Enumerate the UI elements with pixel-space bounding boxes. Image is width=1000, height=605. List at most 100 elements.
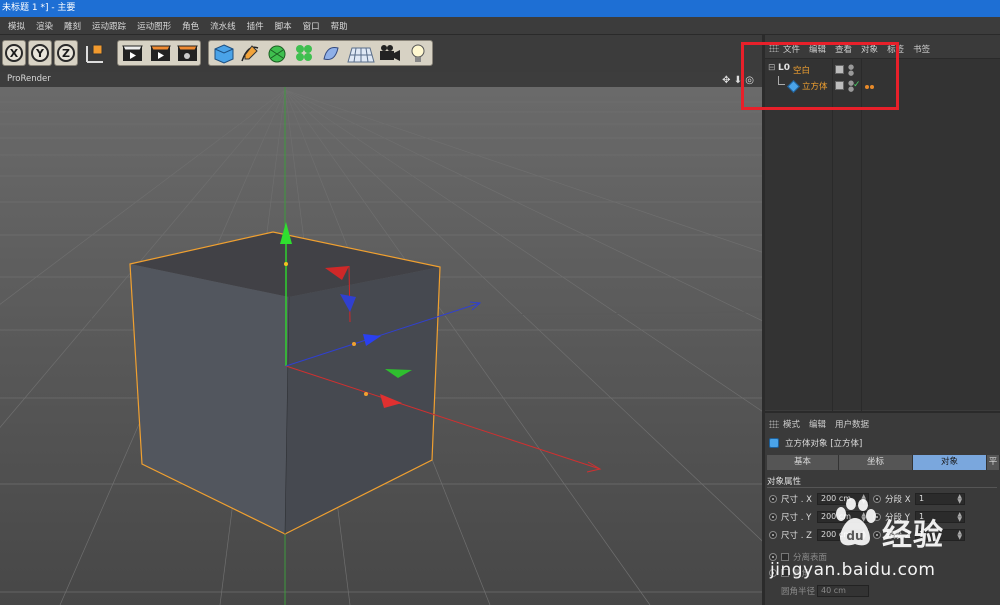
am-menu-mode[interactable]: 模式 — [783, 418, 800, 430]
3d-viewport[interactable]: ProRender ✥ ⬇ ◎ — [0, 72, 762, 605]
size-z-value: 200 cm — [821, 530, 852, 539]
column-divider — [832, 59, 833, 411]
spinner-icon[interactable]: ▲ ▼ — [957, 494, 962, 505]
z-axis-lock-button[interactable]: Z — [54, 40, 78, 66]
size-y-label: 尺寸 . Y — [781, 513, 812, 523]
animate-radio-icon[interactable] — [769, 569, 777, 577]
menu-plugins[interactable]: 插件 — [247, 20, 264, 32]
main-menu-bar: 模拟 渲染 雕刻 运动跟踪 运动图形 角色 流水线 插件 脚本 窗口 帮助 — [0, 17, 1000, 35]
om-menu-bookmarks[interactable]: 书签 — [913, 43, 930, 55]
coordinate-system-icon — [86, 44, 103, 63]
tab-coordinates[interactable]: 坐标 — [839, 455, 913, 470]
window-title: 未标题 1 *] - 主要 — [2, 3, 76, 13]
menu-sculpt[interactable]: 雕刻 — [64, 20, 81, 32]
deformer-icon[interactable] — [319, 42, 343, 65]
subdivision-generator-icon[interactable] — [265, 42, 289, 65]
size-z-row: 尺寸 . Z 200 cm ▲ ▼ 分段 Z 1 ▲ ▼ — [769, 528, 965, 542]
am-menu-user-data[interactable]: 用户数据 — [835, 418, 869, 430]
coordinate-system-button[interactable] — [82, 40, 106, 66]
animate-radio-icon[interactable] — [873, 531, 881, 539]
menu-mograph[interactable]: 运动图形 — [137, 20, 171, 32]
render-settings-icon[interactable] — [175, 42, 200, 65]
animate-radio-icon[interactable] — [769, 495, 777, 503]
segments-z-value: 1 — [919, 530, 925, 539]
segments-z-label: 分段 Z — [885, 531, 911, 541]
object-title-text: 立方体对象 [立方体] — [785, 439, 863, 449]
animate-radio-icon[interactable] — [873, 513, 881, 521]
annotation-highlight-box — [741, 42, 899, 110]
animate-radio-icon[interactable] — [769, 531, 777, 539]
create-toolbar-group — [208, 40, 433, 66]
segments-z-field[interactable]: 1 ▲ ▼ — [915, 529, 965, 541]
tab-object[interactable]: 对象 — [913, 455, 987, 470]
fillet-row: 圆角 — [769, 566, 810, 580]
fillet-radius-label: 圆角半径 — [781, 587, 816, 597]
spinner-icon[interactable]: ▲ ▼ — [861, 530, 866, 541]
separate-surfaces-checkbox[interactable] — [781, 553, 789, 561]
light-icon[interactable] — [406, 42, 430, 65]
camera-icon[interactable] — [377, 42, 403, 65]
size-x-label: 尺寸 . X — [781, 495, 812, 505]
attribute-tabs: 基本 坐标 对象 平 — [767, 455, 1000, 470]
menu-motion-tracking[interactable]: 运动跟踪 — [92, 20, 126, 32]
render-view-icon[interactable] — [120, 42, 145, 65]
section-title: 对象属性 — [767, 477, 802, 487]
size-z-label: 尺寸 . Z — [781, 531, 812, 541]
y-axis-lock-button[interactable]: Y — [28, 40, 52, 66]
attribute-object-title: 立方体对象 [立方体] — [769, 437, 862, 449]
render-toolbar-group — [117, 40, 201, 66]
spinner-icon[interactable]: ▲ ▼ — [957, 530, 962, 541]
size-y-row: 尺寸 . Y 200 cm ▲ ▼ 分段 Y 1 ▲ ▼ — [769, 510, 965, 524]
menu-character[interactable]: 角色 — [182, 20, 199, 32]
separate-surfaces-label: 分离表面 — [793, 553, 828, 563]
spinner-icon[interactable]: ▲ ▼ — [861, 512, 866, 523]
object-list: ⊟ L0 空白 ● ● 立方体 ● ● ✓ — [765, 58, 1000, 411]
segments-x-label: 分段 X — [885, 495, 911, 505]
z-axis-icon: Z — [57, 44, 75, 62]
size-z-field[interactable]: 200 cm ▲ ▼ — [817, 529, 869, 541]
section-divider — [767, 487, 997, 488]
render-picture-viewer-icon[interactable] — [148, 42, 173, 65]
fillet-label: 圆角 — [793, 569, 811, 579]
size-y-value: 200 cm — [821, 512, 852, 521]
size-y-field[interactable]: 200 cm ▲ ▼ — [817, 511, 869, 523]
menu-script[interactable]: 脚本 — [275, 20, 292, 32]
fillet-radius-value: 40 cm — [821, 586, 846, 595]
menu-pipeline[interactable]: 流水线 — [210, 20, 236, 32]
tab-basic[interactable]: 基本 — [767, 455, 839, 470]
window-title-bar: 未标题 1 *] - 主要 — [0, 0, 1000, 17]
column-divider — [861, 59, 862, 411]
cloner-icon[interactable] — [292, 42, 316, 65]
am-menu-edit[interactable]: 编辑 — [809, 418, 826, 430]
menu-window[interactable]: 窗口 — [303, 20, 320, 32]
tab-phong[interactable]: 平 — [987, 455, 1000, 470]
animate-radio-icon[interactable] — [873, 495, 881, 503]
menu-simulate[interactable]: 模拟 — [8, 20, 25, 32]
fillet-radius-field[interactable]: 40 cm — [817, 585, 869, 597]
segments-y-field[interactable]: 1 ▲ ▼ — [915, 511, 965, 523]
spinner-icon[interactable]: ▲ ▼ — [861, 494, 866, 505]
viewport-scene — [0, 87, 762, 605]
size-x-field[interactable]: 200 cm ▲ ▼ — [817, 493, 869, 505]
pen-spline-icon[interactable] — [238, 42, 262, 65]
segments-y-value: 1 — [919, 512, 925, 521]
x-axis-icon: X — [5, 44, 23, 62]
animate-radio-icon[interactable] — [769, 553, 777, 561]
viewport-header: ProRender ✥ ⬇ ◎ — [0, 72, 762, 87]
segments-x-field[interactable]: 1 ▲ ▼ — [915, 493, 965, 505]
animate-radio-icon[interactable] — [769, 513, 777, 521]
size-x-row: 尺寸 . X 200 cm ▲ ▼ 分段 X 1 ▲ ▼ — [769, 492, 965, 506]
floor-environment-icon[interactable] — [346, 42, 376, 65]
menu-render[interactable]: 渲染 — [36, 20, 53, 32]
viewport-renderer-label[interactable]: ProRender — [7, 74, 51, 84]
spinner-icon[interactable]: ▲ ▼ — [957, 512, 962, 523]
fillet-radius-row: 圆角半径 40 cm — [769, 584, 869, 598]
attribute-manager-menu: 模式 编辑 用户数据 — [765, 417, 878, 431]
cube-object-icon — [769, 438, 779, 448]
fillet-checkbox[interactable] — [781, 569, 789, 577]
size-x-value: 200 cm — [821, 494, 852, 503]
attribute-manager: 模式 编辑 用户数据 立方体对象 [立方体] 基本 坐标 对象 平 对象属性 尺… — [765, 411, 1000, 605]
menu-help[interactable]: 帮助 — [331, 20, 348, 32]
x-axis-lock-button[interactable]: X — [2, 40, 26, 66]
cube-primitive-icon[interactable] — [212, 42, 236, 65]
